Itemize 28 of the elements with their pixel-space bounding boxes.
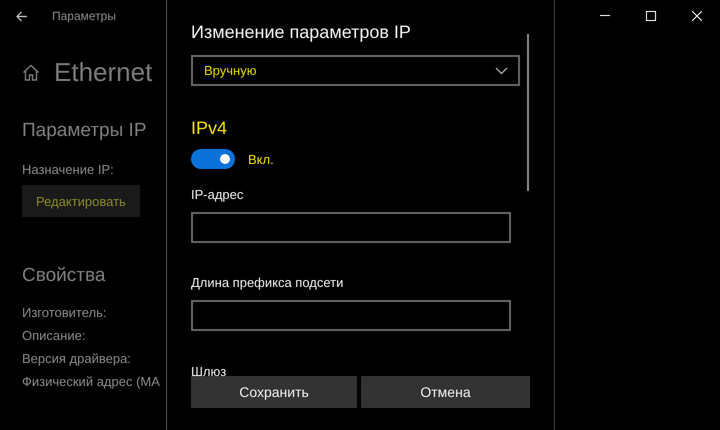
dialog-button[interactable]: Отмена — [361, 376, 530, 408]
home-icon[interactable] — [22, 64, 40, 80]
input-field[interactable] — [191, 212, 511, 243]
property-label: Описание: — [22, 328, 86, 343]
edit-button[interactable]: Редактировать — [22, 185, 140, 217]
toggle-switch[interactable] — [191, 149, 235, 169]
chevron-down-icon — [495, 66, 508, 74]
field-label: Длина префикса подсети — [191, 275, 344, 290]
input-field[interactable] — [191, 300, 511, 331]
section-heading: Свойства — [22, 265, 106, 287]
window-title: Параметры — [52, 9, 116, 23]
close-icon[interactable] — [692, 10, 702, 20]
dialog-button[interactable]: Сохранить — [191, 376, 357, 408]
assignment-label: Назначение IP: — [22, 162, 115, 177]
property-label: Физический адрес (MA — [22, 374, 161, 389]
page-title: Ethernet — [54, 56, 152, 88]
toggle-label: Вкл. — [248, 152, 274, 166]
maximize-icon[interactable] — [646, 10, 656, 20]
property-label: Версия драйвера: — [22, 351, 132, 366]
back-arrow-icon[interactable] — [16, 10, 28, 22]
property-label: Изготовитель: — [22, 305, 108, 320]
scrollbar[interactable] — [527, 34, 529, 191]
section-heading: IPv4 — [191, 118, 228, 139]
field-label: IP-адрес — [191, 187, 244, 202]
dialog-title: Изменение параметров IP — [191, 22, 412, 43]
section-heading: Параметры IP — [22, 120, 148, 142]
mode-dropdown[interactable]: Вручную — [191, 55, 520, 86]
field-label: Шлюз — [191, 364, 226, 379]
